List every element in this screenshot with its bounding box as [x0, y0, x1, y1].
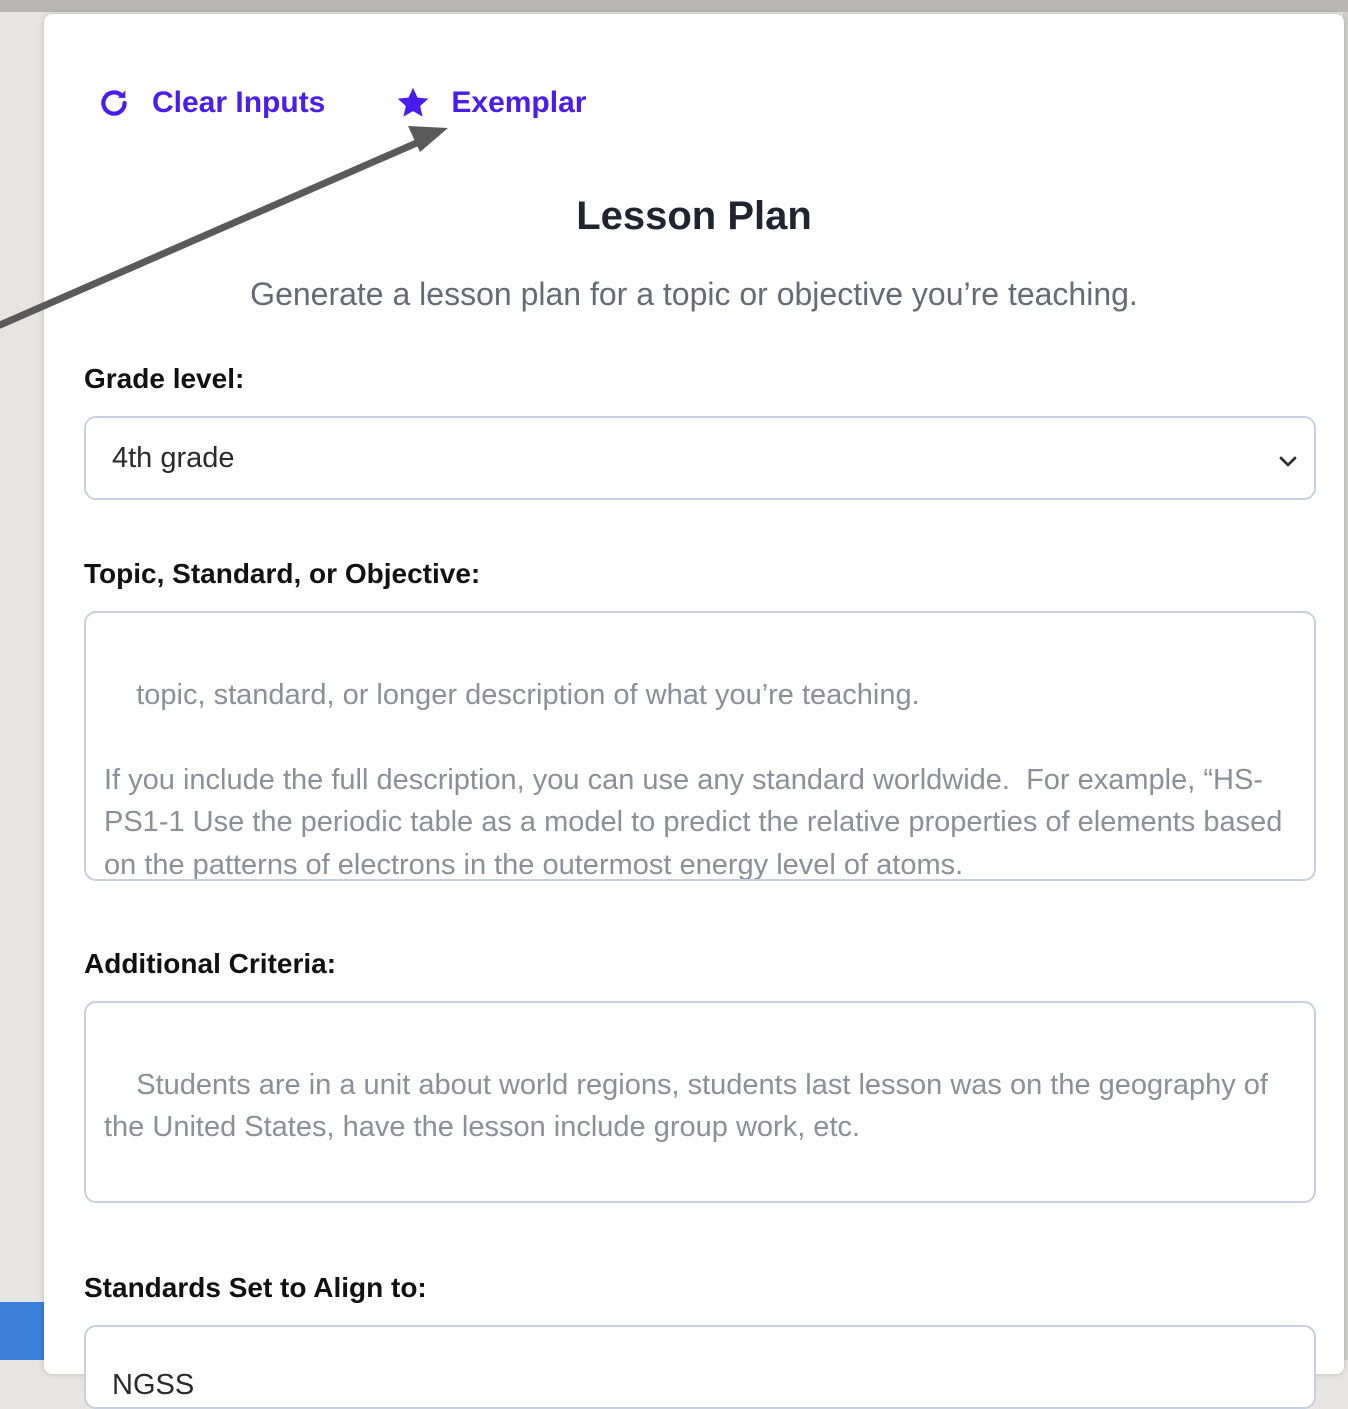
- additional-criteria-textarea[interactable]: Students are in a unit about world regio…: [84, 1001, 1316, 1203]
- clear-inputs-label: Clear Inputs: [152, 86, 326, 119]
- browser-top-bar: [0, 0, 1348, 12]
- grade-level-select[interactable]: 4th grade: [84, 416, 1316, 500]
- grade-level-label: Grade level:: [84, 363, 245, 394]
- resize-handle-icon[interactable]: [1296, 1183, 1310, 1197]
- page-subtitle: Generate a lesson plan for a topic or ob…: [250, 276, 1138, 312]
- standards-set-value: NGSS: [112, 1368, 195, 1401]
- exemplar-label: Exemplar: [451, 86, 587, 119]
- criteria-placeholder: Students are in a unit about world regio…: [104, 1068, 1277, 1144]
- lesson-plan-card: Clear Inputs Exemplar Lesson Plan Genera…: [44, 14, 1344, 1409]
- star-icon: [395, 85, 431, 121]
- exemplar-button[interactable]: Exemplar: [395, 85, 586, 121]
- resize-handle-icon[interactable]: [1296, 861, 1310, 875]
- chevron-down-icon: [1276, 448, 1300, 472]
- toolbar: Clear Inputs Exemplar: [96, 70, 656, 136]
- background-blue-panel: [0, 1302, 50, 1360]
- topic-textarea[interactable]: topic, standard, or longer description o…: [84, 611, 1316, 881]
- additional-criteria-label: Additional Criteria:: [84, 948, 337, 979]
- clear-inputs-button[interactable]: Clear Inputs: [96, 85, 325, 121]
- refresh-icon: [96, 85, 132, 121]
- standards-set-label: Standards Set to Align to:: [84, 1272, 427, 1303]
- topic-label: Topic, Standard, or Objective:: [84, 558, 481, 589]
- grade-level-value: 4th grade: [112, 441, 235, 474]
- page-title: Lesson Plan: [576, 194, 812, 238]
- standards-set-select[interactable]: NGSS: [84, 1325, 1316, 1409]
- topic-placeholder: topic, standard, or longer description o…: [104, 678, 1283, 881]
